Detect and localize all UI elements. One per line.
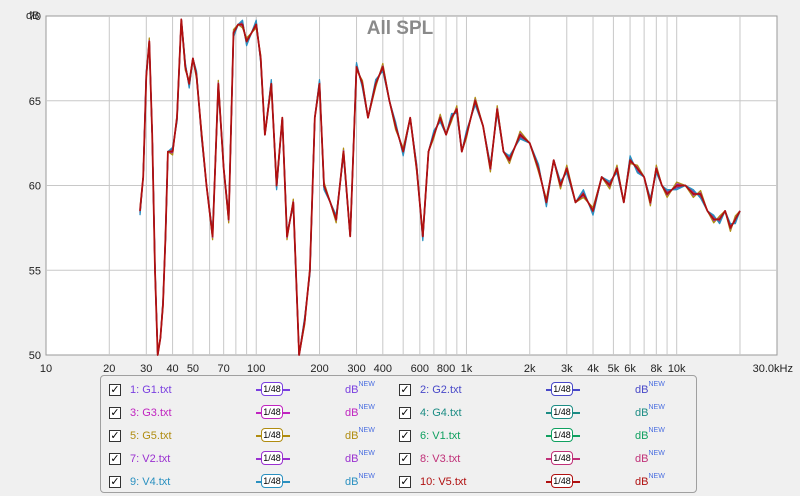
series-checkbox[interactable]: ✓ [109, 430, 121, 442]
legend-item: ✓ 6: V1.txt 1/48 dBNEW [399, 427, 689, 447]
series-name: 2: G2.txt [420, 384, 462, 396]
spl-chart: 10 20 30 40 50 70 100 200 300 400 600 800 1k 2k 3k 4k 5k… [26, 10, 793, 372]
x-tick-label: 300 [347, 363, 365, 372]
smoothing-button[interactable]: 1/48 [256, 474, 290, 490]
db-offset-button[interactable]: dBNEW [345, 427, 375, 442]
legend-item: ✓ 5: G5.txt 1/48 dBNEW [109, 427, 399, 447]
new-badge: NEW [358, 427, 375, 434]
db-offset-button[interactable]: dBNEW [635, 404, 665, 419]
x-tick-label: 3k [561, 363, 573, 372]
smoothing-label: 1/48 [551, 428, 573, 442]
x-tick-label: 10 [40, 363, 52, 372]
series-checkbox[interactable]: ✓ [399, 384, 411, 396]
series-checkbox[interactable]: ✓ [399, 407, 411, 419]
y-tick-label: 65 [29, 96, 41, 108]
new-badge: NEW [648, 427, 665, 434]
smoothing-button[interactable]: 1/48 [546, 382, 580, 398]
x-tick-label: 10k [668, 363, 686, 372]
y-tick-label: 50 [29, 350, 41, 362]
x-tick-label: 40 [166, 363, 178, 372]
smoothing-button[interactable]: 1/48 [546, 451, 580, 467]
new-badge: NEW [648, 473, 665, 480]
x-tick-label: 200 [310, 363, 328, 372]
x-tick-label: 100 [247, 363, 265, 372]
new-badge: NEW [648, 450, 665, 457]
smoothing-label: 1/48 [261, 405, 283, 419]
series-name: 8: V3.txt [420, 453, 461, 465]
series-name: 7: V2.txt [130, 453, 171, 465]
x-tick-label: 30,0kHz [753, 363, 793, 372]
new-badge: NEW [648, 404, 665, 411]
y-tick-label: 60 [29, 181, 41, 193]
chart-title: All SPL [367, 18, 434, 39]
legend-item: ✓ 8: V3.txt 1/48 dBNEW [399, 450, 689, 470]
x-tick-label: 4k [587, 363, 599, 372]
db-offset-button[interactable]: dBNEW [635, 427, 665, 442]
x-tick-label: 2k [524, 363, 536, 372]
x-tick-label: 6k [624, 363, 636, 372]
smoothing-label: 1/48 [261, 474, 283, 488]
series-checkbox[interactable]: ✓ [109, 407, 121, 419]
x-tick-label: 1k [461, 363, 473, 372]
db-offset-button[interactable]: dBNEW [345, 450, 375, 465]
series-name: 3: G3.txt [130, 407, 172, 419]
legend-item: ✓ 3: G3.txt 1/48 dBNEW [109, 404, 399, 424]
x-tick-label: 70 [218, 363, 230, 372]
db-offset-button[interactable]: dBNEW [635, 381, 665, 396]
series-name: 5: G5.txt [130, 430, 172, 442]
smoothing-button[interactable]: 1/48 [256, 428, 290, 444]
smoothing-button[interactable]: 1/48 [546, 474, 580, 490]
series-checkbox[interactable]: ✓ [109, 476, 121, 488]
legend-item: ✓ 2: G2.txt 1/48 dBNEW [399, 381, 689, 401]
x-tick-label: 20 [103, 363, 115, 372]
smoothing-button[interactable]: 1/48 [546, 405, 580, 421]
legend-item: ✓ 9: V4.txt 1/48 dBNEW [109, 473, 399, 493]
smoothing-label: 1/48 [261, 428, 283, 442]
smoothing-label: 1/48 [551, 405, 573, 419]
new-badge: NEW [358, 450, 375, 457]
smoothing-button[interactable]: 1/48 [256, 405, 290, 421]
x-tick-label: 800 [437, 363, 455, 372]
new-badge: NEW [358, 381, 375, 388]
legend-item: ✓ 4: G4.txt 1/48 dBNEW [399, 404, 689, 424]
legend-item: ✓ 7: V2.txt 1/48 dBNEW [109, 450, 399, 470]
x-tick-label: 600 [411, 363, 429, 372]
series-checkbox[interactable]: ✓ [109, 384, 121, 396]
series-name: 6: V1.txt [420, 430, 461, 442]
smoothing-label: 1/48 [551, 451, 573, 465]
smoothing-button[interactable]: 1/48 [256, 382, 290, 398]
x-tick-label: 5k [608, 363, 620, 372]
db-offset-button[interactable]: dBNEW [635, 473, 665, 488]
y-tick-label: 55 [29, 265, 41, 277]
db-offset-button[interactable]: dBNEW [635, 450, 665, 465]
series-checkbox[interactable]: ✓ [399, 476, 411, 488]
db-offset-button[interactable]: dBNEW [345, 404, 375, 419]
x-tick-label: 8k [651, 363, 663, 372]
x-tick-label: 400 [374, 363, 392, 372]
new-badge: NEW [358, 404, 375, 411]
series-checkbox[interactable]: ✓ [109, 453, 121, 465]
legend-item: ✓ 10: V5.txt 1/48 dBNEW [399, 473, 689, 493]
smoothing-label: 1/48 [551, 474, 573, 488]
smoothing-label: 1/48 [551, 382, 573, 396]
new-badge: NEW [358, 473, 375, 480]
series-name: 10: V5.txt [420, 476, 467, 488]
series-name: 9: V4.txt [130, 476, 171, 488]
legend-item: ✓ 1: G1.txt 1/48 dBNEW [109, 381, 399, 401]
smoothing-button[interactable]: 1/48 [546, 428, 580, 444]
db-offset-button[interactable]: dBNEW [345, 381, 375, 396]
series-name: 1: G1.txt [130, 384, 172, 396]
new-badge: NEW [648, 381, 665, 388]
smoothing-label: 1/48 [261, 451, 283, 465]
x-tick-label: 50 [187, 363, 199, 372]
y-axis-unit: dB [26, 10, 39, 22]
smoothing-button[interactable]: 1/48 [256, 451, 290, 467]
series-name: 4: G4.txt [420, 407, 462, 419]
smoothing-label: 1/48 [261, 382, 283, 396]
legend-panel: ✓ 1: G1.txt 1/48 dBNEW ✓ 2: G2.txt 1/48 dBNEW ✓ 3… [100, 375, 697, 493]
db-offset-button[interactable]: dBNEW [345, 473, 375, 488]
series-checkbox[interactable]: ✓ [399, 430, 411, 442]
x-tick-label: 30 [140, 363, 152, 372]
series-checkbox[interactable]: ✓ [399, 453, 411, 465]
